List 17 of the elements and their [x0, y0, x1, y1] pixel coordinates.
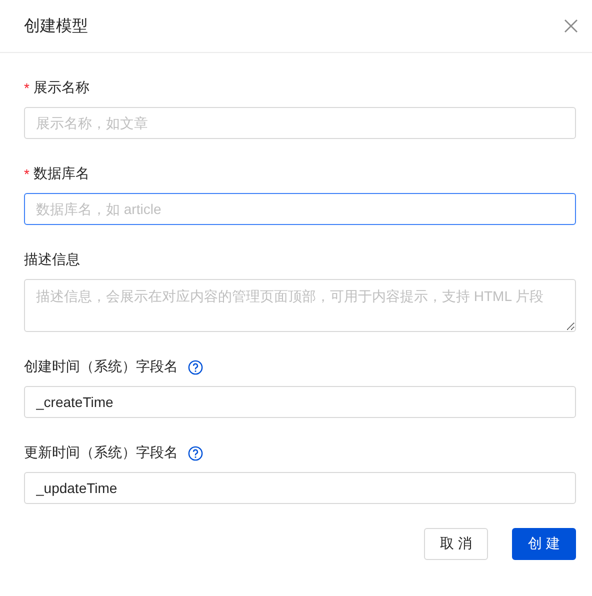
dialog-title: 创建模型: [24, 16, 88, 36]
input-field[interactable]: _createTime: [24, 386, 576, 418]
field-label: 更新时间（系统）字段名: [24, 444, 178, 462]
field-label: 创建时间（系统）字段名: [24, 358, 178, 376]
required-mark: *: [24, 80, 30, 96]
required-mark: *: [24, 166, 30, 182]
help-icon[interactable]: [188, 446, 203, 460]
field-label: 描述信息: [24, 251, 80, 269]
description-field[interactable]: 描述信息，会展示在对应内容的管理页面顶部，可用于内容提示，支持 HTML 片段: [24, 279, 576, 332]
help-icon[interactable]: [188, 360, 203, 374]
input-field[interactable]: 数据库名，如 article: [24, 193, 576, 225]
field-label: 展示名称: [33, 79, 90, 97]
create-button[interactable]: 创 建: [512, 528, 576, 560]
cancel-button[interactable]: 取 消: [424, 528, 488, 560]
close-icon[interactable]: [564, 19, 578, 33]
field-label: 数据库名: [33, 165, 90, 183]
input-field[interactable]: _updateTime: [24, 472, 576, 504]
